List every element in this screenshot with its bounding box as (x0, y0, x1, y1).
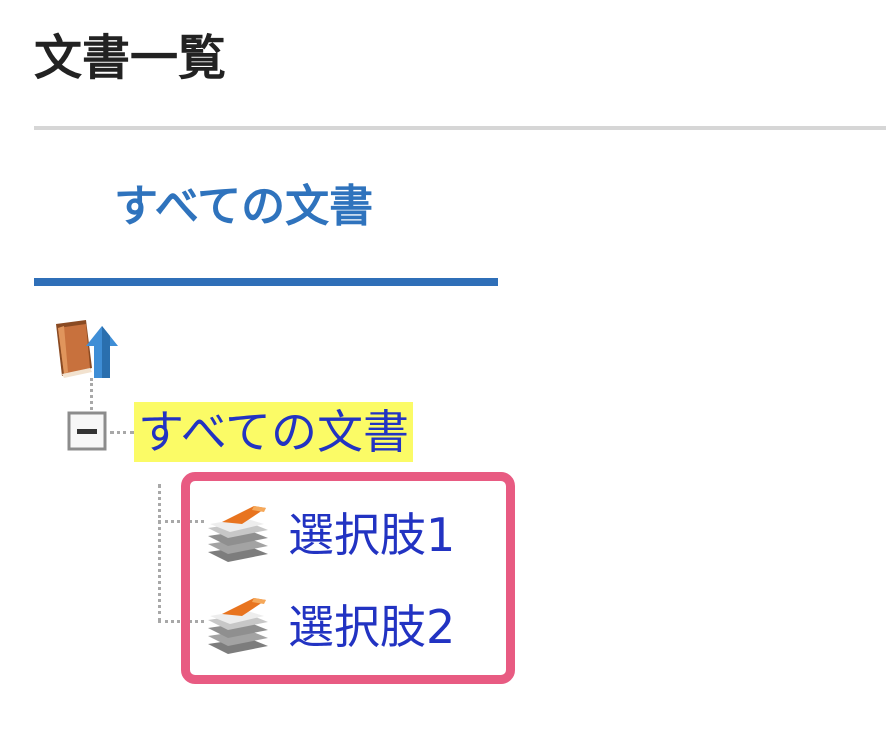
tree-root-label[interactable]: すべての文書 (134, 402, 413, 462)
tree-item-label: 選択肢2 (288, 600, 456, 654)
tree-item-option-2[interactable]: 選択肢2 (204, 592, 494, 662)
collapse-minus-icon[interactable] (66, 410, 108, 452)
tree-connector (158, 620, 204, 623)
tree-item-label: 選択肢1 (288, 508, 456, 562)
tree-connector (90, 378, 93, 410)
tree-item-option-1[interactable]: 選択肢1 (204, 500, 494, 570)
tree-connector (110, 431, 134, 434)
document-stack-icon (204, 594, 274, 656)
tree-connector (158, 484, 161, 622)
document-tree: すべての文書 選択肢1 選択肢2 (0, 0, 886, 746)
document-stack-icon (204, 502, 274, 564)
book-up-arrow-icon[interactable] (52, 318, 128, 380)
tree-connector (158, 520, 204, 523)
